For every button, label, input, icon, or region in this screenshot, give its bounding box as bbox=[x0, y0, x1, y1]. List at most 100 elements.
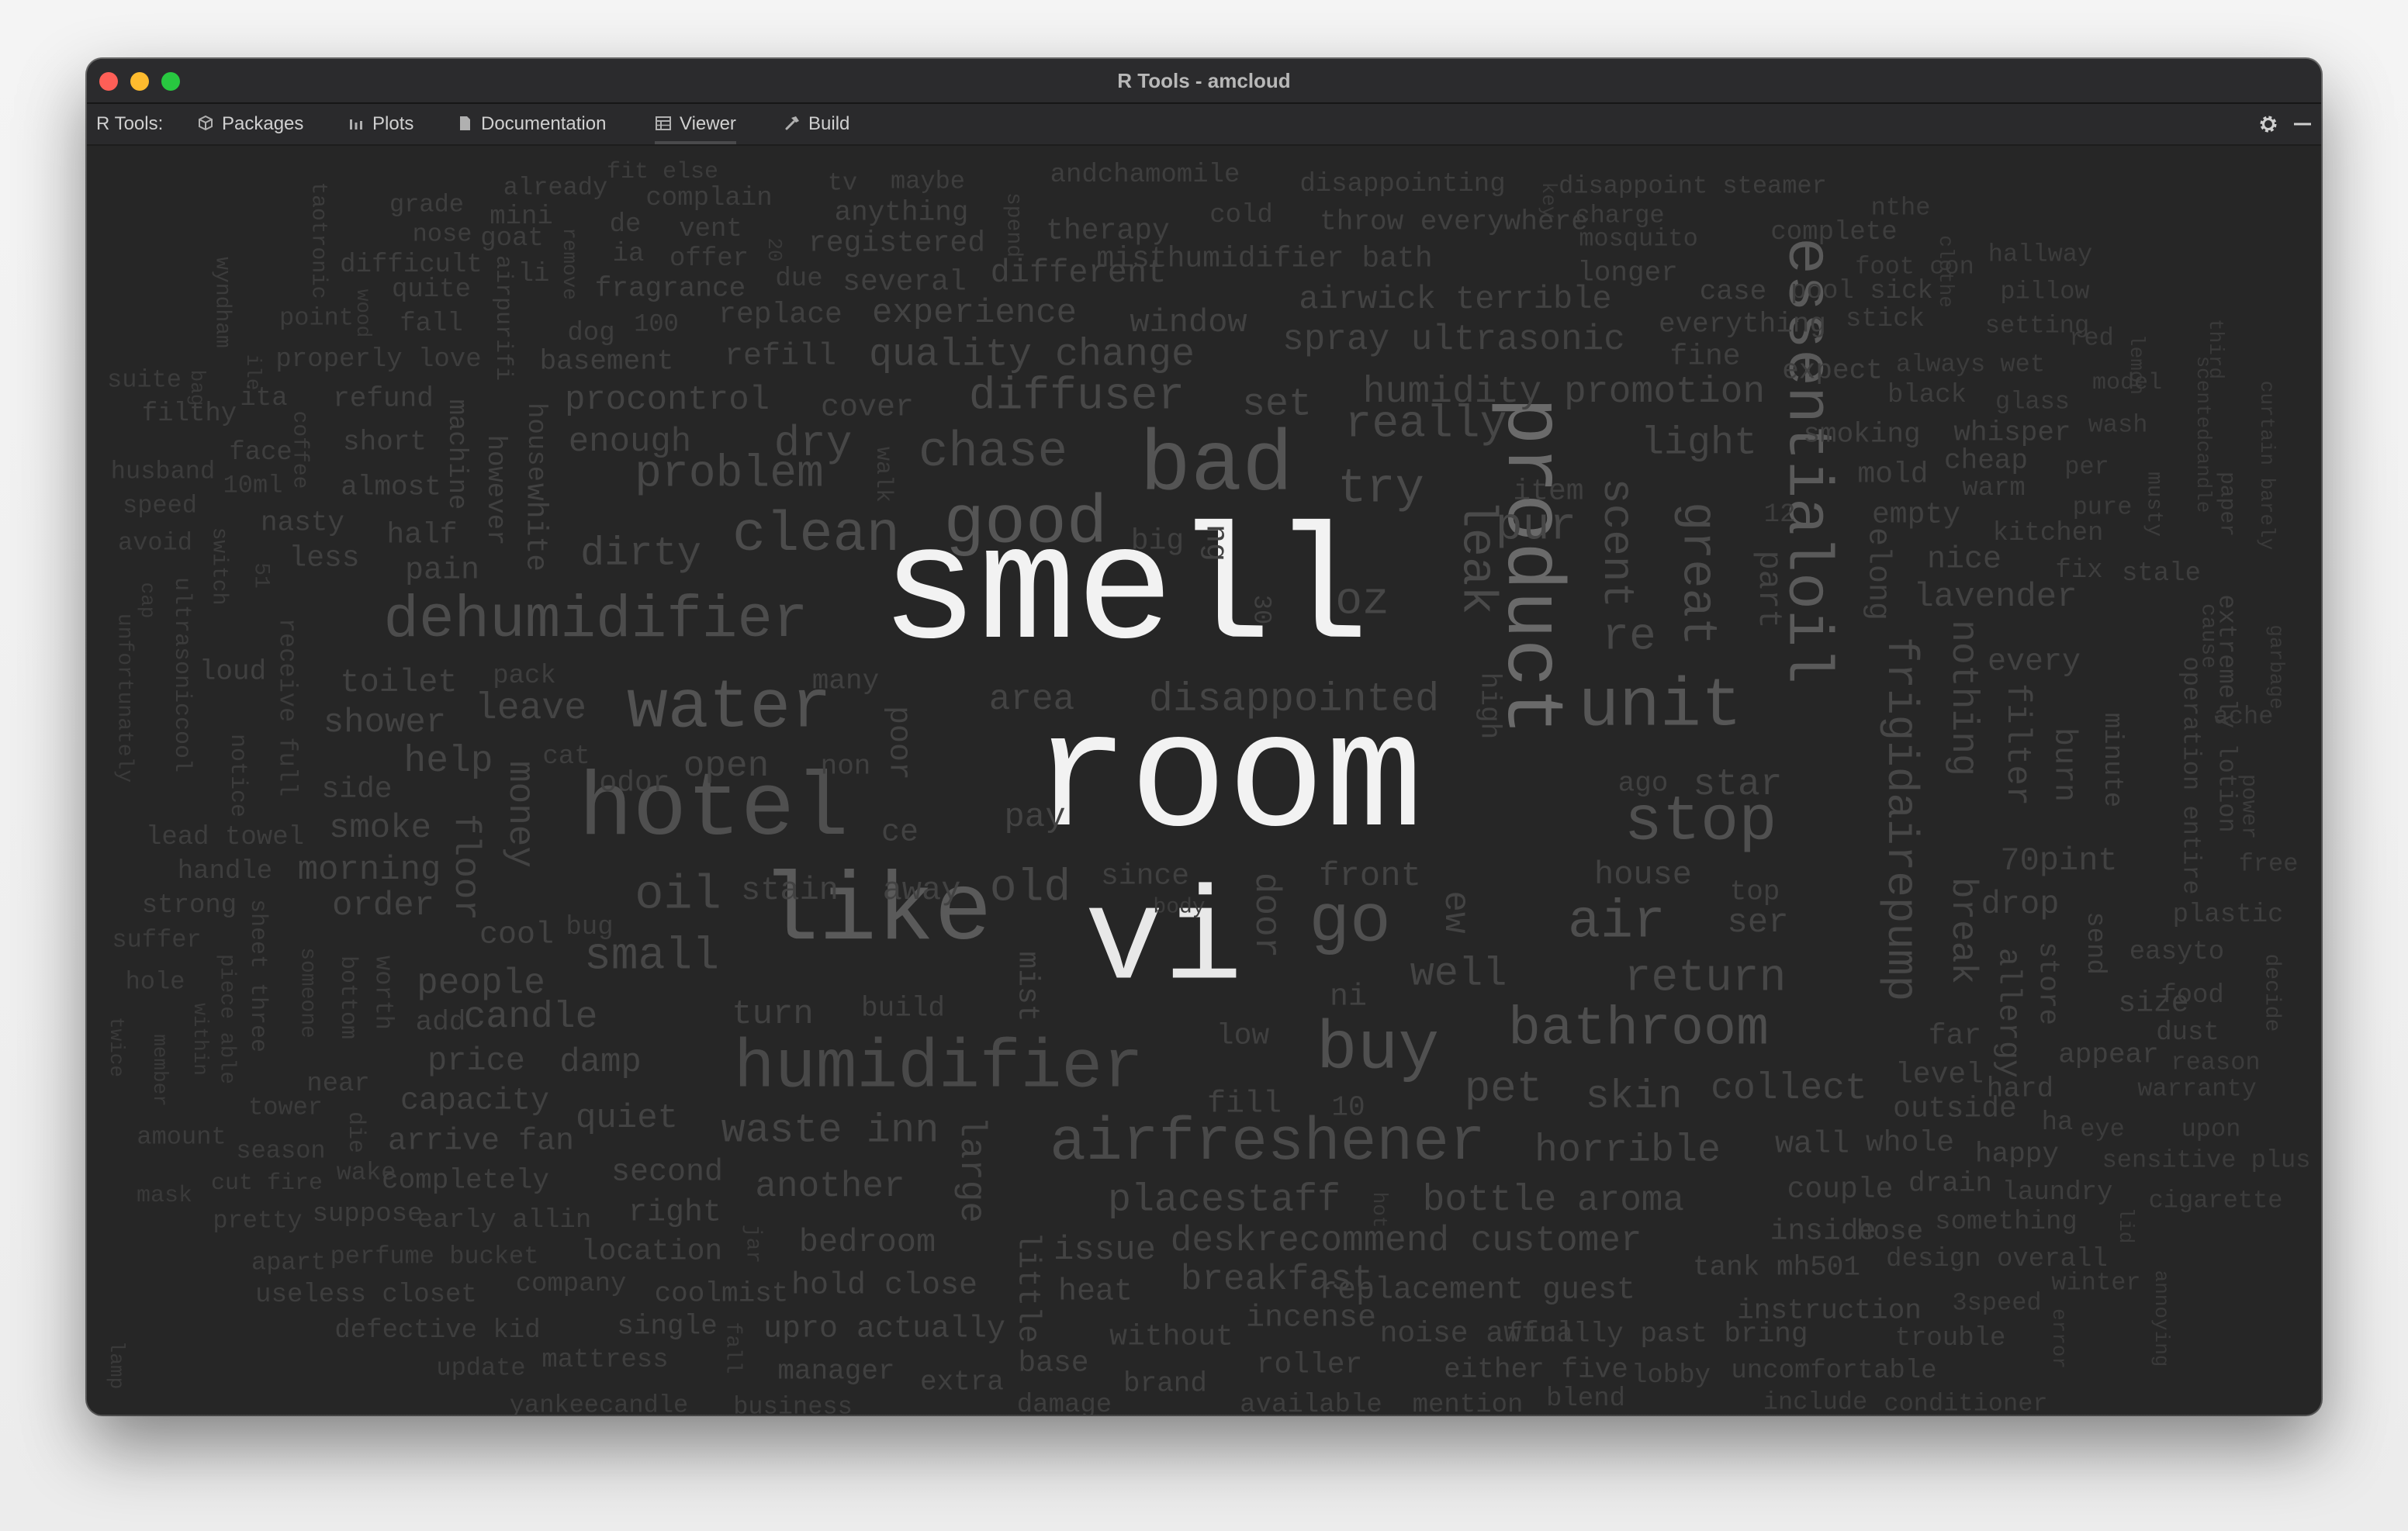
cloud-word: waste inn bbox=[721, 1108, 939, 1154]
cloud-word: every bbox=[1988, 645, 2081, 680]
cloud-word: yankeecandle bbox=[510, 1391, 688, 1415]
cloud-word: humidifier bbox=[734, 1031, 1143, 1108]
cloud-word: front bbox=[1319, 857, 1421, 896]
cloud-word: floor bbox=[445, 814, 486, 921]
cloud-word: money bbox=[500, 761, 540, 868]
tab-viewer[interactable]: Viewer bbox=[655, 104, 736, 144]
cloud-word: amount bbox=[137, 1123, 226, 1152]
table-icon bbox=[656, 116, 671, 130]
cloud-word: eye bbox=[2080, 1115, 2125, 1144]
cloud-word: wash bbox=[2088, 411, 2148, 440]
cloud-word: fall bbox=[721, 1322, 745, 1374]
cloud-word: ew bbox=[1435, 890, 1476, 934]
cloud-word: pool sick bbox=[1790, 277, 1933, 306]
cloud-word: recommend customer bbox=[1257, 1221, 1642, 1261]
cloud-word: misthumidifier bath bbox=[1096, 243, 1432, 276]
cloud-word: offer bbox=[669, 244, 749, 274]
cloud-word: cause bbox=[2196, 603, 2220, 669]
cloud-word: bad bbox=[1140, 419, 1293, 516]
cloud-word: ce bbox=[881, 816, 919, 851]
cloud-word: wall bbox=[1775, 1128, 1849, 1163]
cloud-word: cold bbox=[1209, 201, 1273, 230]
cloud-word: pillow bbox=[2000, 278, 2089, 306]
cloud-word: warranty bbox=[2137, 1075, 2257, 1104]
tab-plots[interactable]: Plots bbox=[348, 104, 413, 144]
cloud-word: strong bbox=[142, 891, 237, 921]
cloud-word: hole bbox=[126, 968, 185, 997]
cloud-word: right bbox=[628, 1196, 721, 1231]
cloud-word: non bbox=[821, 751, 871, 783]
cloud-word: suppose bbox=[313, 1200, 424, 1229]
cloud-word: good bbox=[943, 486, 1107, 563]
cloud-word: water bbox=[627, 671, 832, 748]
cloud-word: 30 bbox=[1247, 595, 1276, 624]
cloud-word: anything bbox=[835, 197, 969, 229]
cloud-word: disappointed bbox=[1149, 677, 1439, 723]
cloud-word: little bbox=[1010, 1232, 1045, 1343]
tab-packages[interactable]: Packages bbox=[197, 104, 303, 144]
cloud-word: poor bbox=[881, 706, 916, 780]
cloud-word: cat bbox=[542, 742, 590, 772]
cloud-word: air bbox=[1568, 893, 1666, 954]
package-icon bbox=[199, 115, 213, 131]
cloud-word: instruction bbox=[1737, 1295, 1922, 1327]
app-window: R Tools - amcloud R Tools: Packages Plot… bbox=[87, 59, 2321, 1415]
cloud-word: odor bbox=[599, 767, 669, 800]
cloud-word: properly love bbox=[275, 345, 481, 375]
cloud-word: drain bbox=[1908, 1168, 1992, 1200]
cloud-word: ache bbox=[2214, 703, 2274, 731]
cloud-word: extra bbox=[920, 1367, 1004, 1398]
cloud-word: quite bbox=[392, 275, 471, 305]
gear-icon[interactable] bbox=[2258, 113, 2279, 135]
cloud-word: experience bbox=[872, 294, 1077, 333]
cloud-word: ni bbox=[1330, 980, 1367, 1015]
minimize-icon[interactable] bbox=[2292, 113, 2313, 135]
cloud-word: laundry bbox=[2002, 1178, 2113, 1208]
cloud-word: well bbox=[1410, 952, 1507, 997]
cloud-word: suite bbox=[107, 366, 182, 395]
cloud-word: face bbox=[229, 438, 292, 468]
cloud-word: go bbox=[1309, 885, 1391, 962]
cloud-word: happy bbox=[1975, 1139, 2059, 1170]
cloud-word: registered bbox=[808, 227, 985, 261]
cloud-word: scent bbox=[1592, 478, 1642, 608]
cloud-word: roller bbox=[1257, 1349, 1363, 1382]
document-icon bbox=[460, 116, 470, 130]
cloud-word: refund bbox=[333, 383, 434, 415]
cloud-word: expect bbox=[1782, 355, 1883, 387]
cloud-word: lavender bbox=[1913, 578, 2077, 617]
cloud-word: mention bbox=[1413, 1391, 1524, 1415]
cloud-word: dehumidifier bbox=[383, 587, 808, 654]
cloud-word: procontrol bbox=[565, 381, 770, 420]
window-title: R Tools - amcloud bbox=[1117, 69, 1291, 92]
cloud-word: red bbox=[2069, 324, 2114, 353]
cloud-word: within bbox=[189, 1003, 212, 1076]
tab-build[interactable]: Build bbox=[784, 104, 849, 144]
cloud-word: pain bbox=[405, 554, 479, 589]
cloud-word: tank mh501 bbox=[1693, 1252, 1860, 1284]
cloud-word: paper bbox=[2215, 472, 2239, 537]
cloud-word: black bbox=[1887, 381, 1967, 410]
cloud-word: light bbox=[1641, 422, 1757, 466]
cloud-word: store bbox=[2033, 942, 2064, 1025]
cloud-word: burn bbox=[2046, 727, 2081, 802]
cloud-word: pure bbox=[2073, 493, 2133, 522]
cloud-word: arrive fan bbox=[388, 1125, 574, 1159]
cloud-word: maybe bbox=[891, 168, 965, 196]
cloud-word: bedroom bbox=[799, 1224, 936, 1261]
cloud-word: suffer bbox=[112, 926, 201, 955]
cloud-word: hallway bbox=[1988, 240, 2092, 269]
cloud-word: 20 bbox=[763, 237, 786, 261]
cloud-word: uncomfortable bbox=[1731, 1356, 1936, 1386]
tab-documentation[interactable]: Documentation bbox=[456, 104, 606, 144]
cloud-word: taotronic bbox=[306, 181, 330, 299]
cloud-word: plastic bbox=[2173, 900, 2284, 930]
cloud-word: receive full bbox=[273, 618, 302, 797]
cloud-word: defective kid bbox=[334, 1316, 540, 1346]
cloud-word: door bbox=[1246, 873, 1286, 958]
cloud-word: large bbox=[951, 1116, 991, 1223]
cloud-word: outside bbox=[1893, 1093, 2017, 1126]
cloud-word: 10ml bbox=[223, 472, 283, 500]
cloud-word: big bbox=[1131, 525, 1184, 558]
cloud-word: upro actually bbox=[763, 1312, 1005, 1347]
